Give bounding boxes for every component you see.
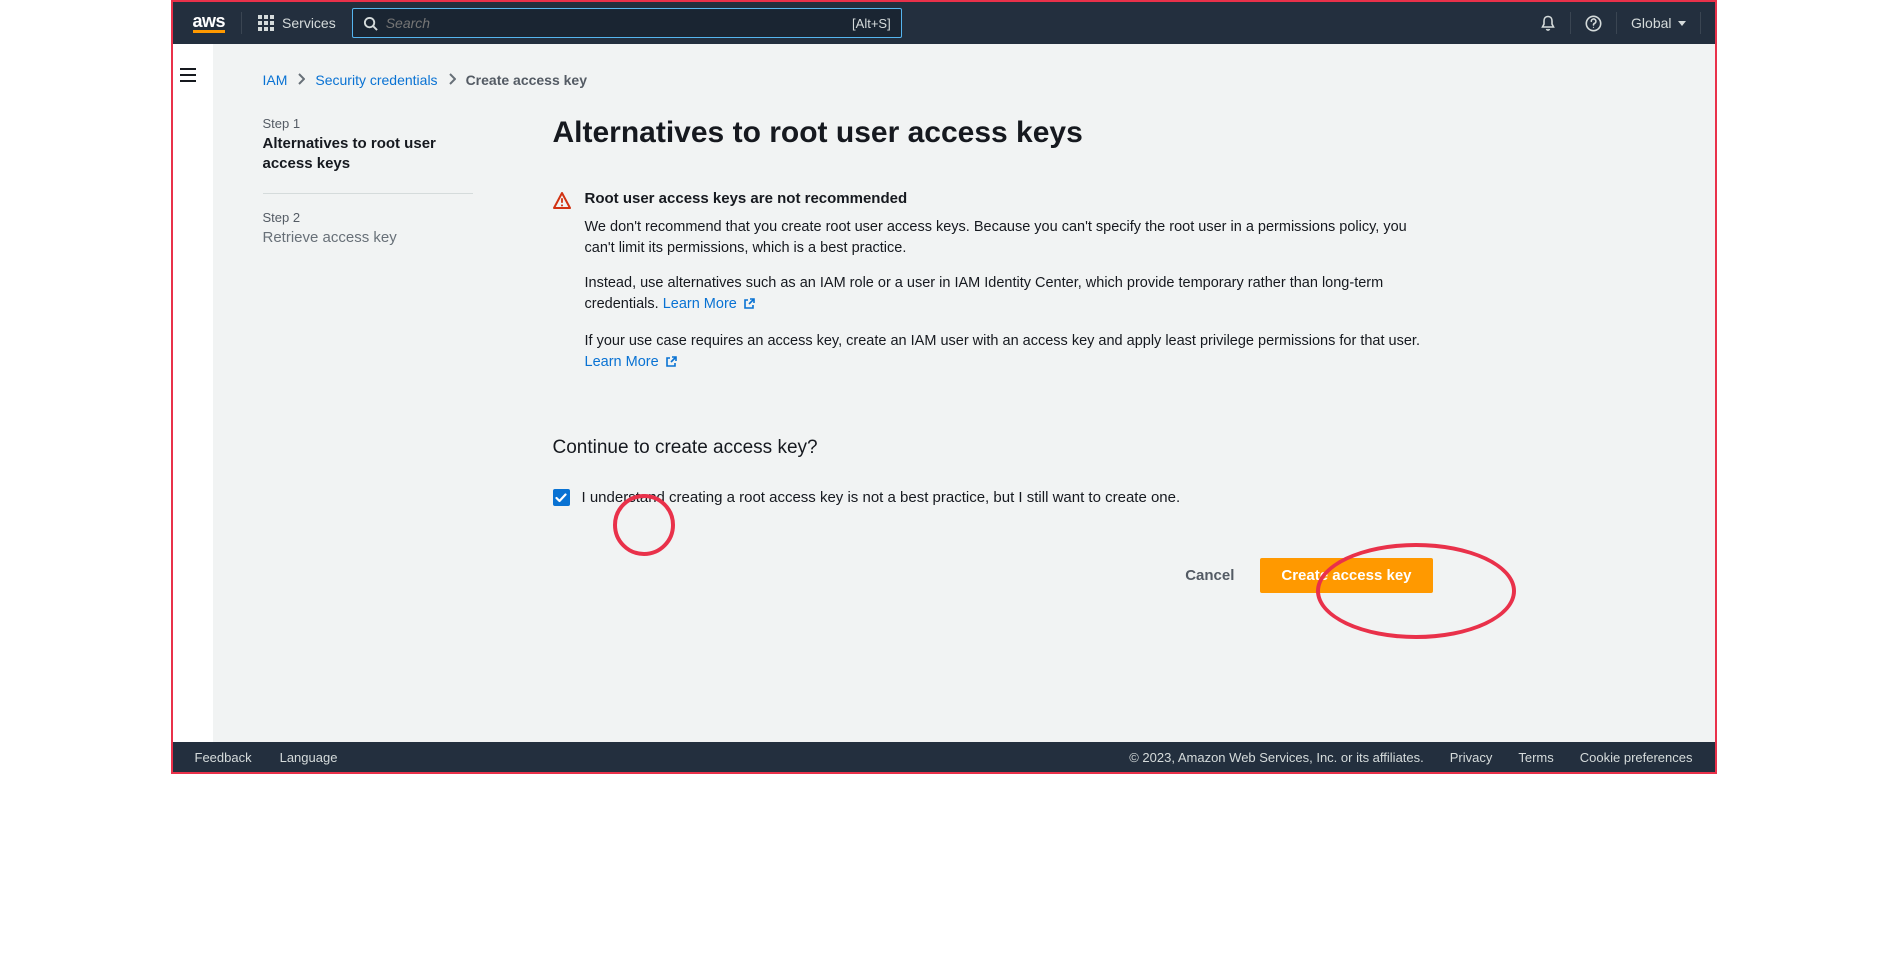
topnav-right: Global	[1526, 2, 1700, 44]
cancel-button[interactable]: Cancel	[1181, 559, 1238, 592]
services-icon	[258, 15, 274, 31]
notifications-button[interactable]	[1526, 2, 1570, 44]
alert-content: Root user access keys are not recommende…	[585, 190, 1433, 389]
page-title: Alternatives to root user access keys	[553, 116, 1433, 150]
help-icon	[1585, 15, 1602, 32]
acknowledge-label: I understand creating a root access key …	[582, 489, 1181, 506]
footer: Feedback Language © 2023, Amazon Web Ser…	[173, 742, 1715, 772]
acknowledge-checkbox-row[interactable]: I understand creating a root access key …	[553, 489, 1433, 506]
external-link-icon	[743, 296, 755, 317]
step-number: Step 1	[263, 116, 473, 131]
alert-title: Root user access keys are not recommende…	[585, 190, 1433, 207]
step-title: Retrieve access key	[263, 228, 473, 248]
region-selector[interactable]: Global	[1617, 15, 1699, 31]
confirm-heading: Continue to create access key?	[553, 437, 1433, 459]
learn-more-link[interactable]: Learn More	[663, 296, 755, 312]
breadcrumb-security-credentials[interactable]: Security credentials	[315, 72, 437, 88]
step-number: Step 2	[263, 210, 473, 225]
side-panel-toggle[interactable]	[179, 68, 197, 85]
breadcrumb-iam[interactable]: IAM	[263, 72, 288, 88]
footer-terms[interactable]: Terms	[1518, 750, 1553, 765]
warning-alert: Root user access keys are not recommende…	[553, 190, 1433, 389]
aws-logo[interactable]: aws	[193, 13, 226, 33]
step-divider	[263, 193, 473, 194]
create-access-key-button[interactable]: Create access key	[1260, 558, 1432, 593]
chevron-right-icon	[297, 72, 305, 88]
external-link-icon	[665, 354, 677, 375]
nav-divider	[241, 12, 242, 34]
alert-paragraph: Instead, use alternatives such as an IAM…	[585, 273, 1433, 317]
footer-feedback[interactable]: Feedback	[195, 750, 252, 765]
top-navbar: aws Services [Alt+S]	[173, 2, 1715, 44]
footer-copyright: © 2023, Amazon Web Services, Inc. or its…	[1129, 750, 1424, 765]
search-shortcut: [Alt+S]	[852, 16, 891, 31]
breadcrumb: IAM Security credentials Create access k…	[213, 44, 1715, 88]
step-title: Alternatives to root user access keys	[263, 134, 473, 175]
alert-paragraph: We don't recommend that you create root …	[585, 217, 1433, 259]
services-label: Services	[282, 15, 336, 31]
wizard-step-2[interactable]: Step 2 Retrieve access key	[263, 210, 473, 266]
check-icon	[555, 493, 567, 503]
footer-cookie-preferences[interactable]: Cookie preferences	[1580, 750, 1693, 765]
search-box[interactable]: [Alt+S]	[352, 8, 902, 38]
breadcrumb-current: Create access key	[466, 72, 587, 88]
bell-icon	[1540, 15, 1556, 32]
hamburger-icon	[179, 68, 197, 82]
acknowledge-checkbox[interactable]	[553, 489, 570, 506]
wizard-step-1[interactable]: Step 1 Alternatives to root user access …	[263, 116, 473, 193]
footer-privacy[interactable]: Privacy	[1450, 750, 1493, 765]
chevron-down-icon	[1678, 21, 1686, 26]
wizard-steps: Step 1 Alternatives to root user access …	[263, 116, 473, 593]
main-content: Alternatives to root user access keys Ro…	[553, 116, 1433, 593]
action-bar: Cancel Create access key	[553, 558, 1433, 593]
warning-icon	[553, 192, 571, 389]
help-button[interactable]	[1571, 2, 1616, 44]
page-body: IAM Security credentials Create access k…	[213, 44, 1715, 742]
footer-language[interactable]: Language	[280, 750, 338, 765]
search-icon	[363, 16, 378, 31]
alert-paragraph: If your use case requires an access key,…	[585, 331, 1433, 375]
nav-divider	[1700, 12, 1701, 34]
services-button[interactable]: Services	[258, 15, 336, 31]
search-input[interactable]	[386, 15, 852, 31]
learn-more-link[interactable]: Learn More	[585, 354, 677, 370]
region-label: Global	[1631, 15, 1671, 31]
chevron-right-icon	[448, 72, 456, 88]
